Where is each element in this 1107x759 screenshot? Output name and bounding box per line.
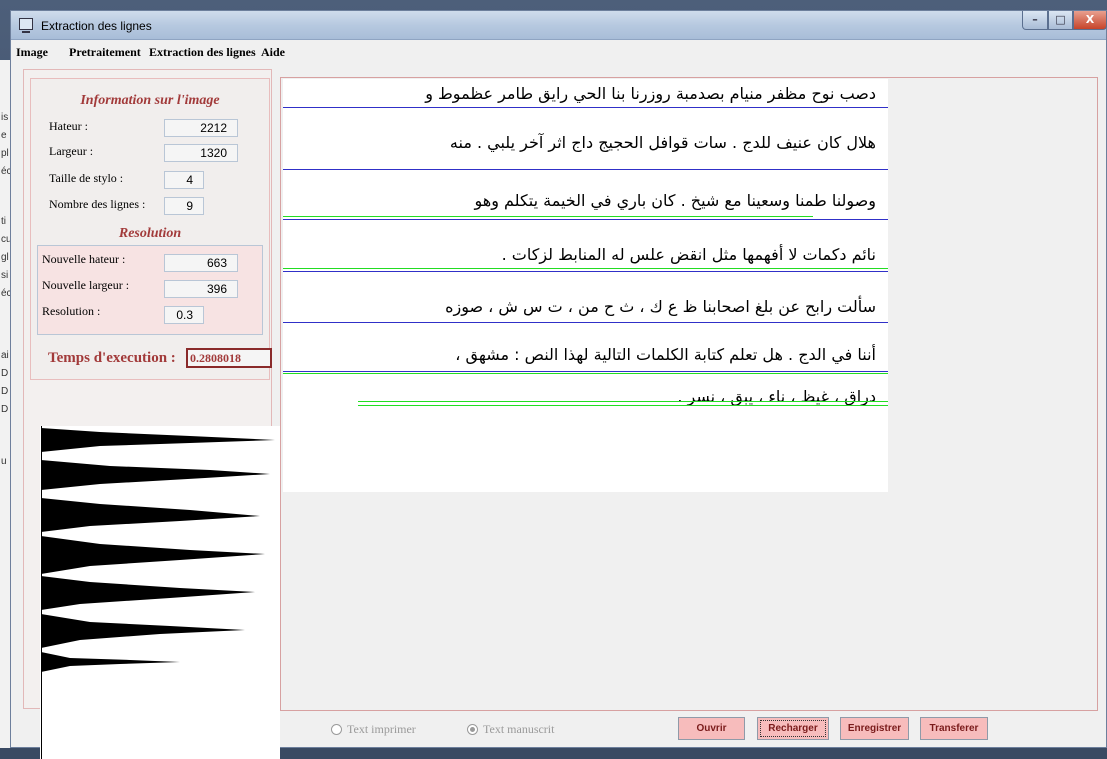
new-height-value: 663	[164, 254, 238, 272]
line-separator-blue	[283, 322, 888, 323]
pen-size-label: Taille de stylo :	[49, 171, 124, 185]
menu-image[interactable]: Image	[16, 45, 48, 60]
minimize-button[interactable]: –	[1022, 11, 1048, 30]
menu-pretraitement[interactable]: Pretraitement	[69, 45, 141, 60]
histogram-peak	[41, 576, 255, 610]
main-window: Extraction des lignes – □ X Image Pretra…	[10, 10, 1107, 759]
edge-text: gl	[1, 252, 9, 263]
edge-text: D	[1, 386, 9, 397]
radio-circle[interactable]	[331, 724, 342, 735]
app-window-icon	[19, 18, 33, 33]
text-line-4: نائم دكمات لا أفهمها مثل انقض علس له الم…	[501, 245, 876, 264]
histogram-peak	[41, 428, 275, 452]
handwritten-text-label: Text manuscrit	[483, 722, 555, 736]
line-separator-green	[283, 373, 888, 374]
document-view-frame: دصب نوح مظفر منيام بصدمبة روزرنا بنا الح…	[280, 77, 1098, 711]
resolution-value: 0.3	[164, 306, 204, 324]
resolution-box: Nouvelle hateur : 663 Nouvelle largeur :…	[37, 245, 263, 335]
edge-text: ti	[1, 216, 6, 227]
new-width-label: Nouvelle largeur :	[42, 278, 130, 292]
text-line-7: دراق ، غيظ ، ناء ، يبق ، نسر .	[677, 387, 876, 406]
printed-text-label: Text imprimer	[347, 722, 416, 736]
edge-text: D	[1, 404, 9, 415]
radio-circle-selected[interactable]	[467, 724, 478, 735]
window-title: Extraction des lignes	[41, 19, 152, 33]
text-line-3: وصولنا طمنا وسعينا مع شيخ . كان باري في …	[474, 191, 876, 210]
height-label: Hateur :	[49, 119, 88, 133]
reload-button[interactable]: Recharger	[757, 717, 829, 740]
new-height-label: Nouvelle hateur :	[42, 252, 126, 266]
left-panel: Information sur l'image Hateur : 2212 La…	[23, 69, 280, 759]
edge-text: pl	[1, 148, 9, 159]
menu-extraction-des-lignes[interactable]: Extraction des lignes	[149, 45, 256, 60]
histogram-peak	[41, 614, 245, 648]
histogram-peak	[41, 498, 260, 532]
resolution-title: Resolution	[118, 226, 182, 241]
info-title: Information sur l'image	[80, 93, 220, 108]
open-button[interactable]: Ouvrir	[678, 717, 745, 740]
title-bar[interactable]: Extraction des lignes – □ X	[11, 11, 1107, 40]
line-separator-blue	[283, 219, 888, 220]
line-separator-blue	[283, 169, 888, 170]
line-separator-blue	[283, 371, 888, 372]
pen-size-value: 4	[164, 171, 204, 189]
edge-text: ai	[1, 350, 9, 361]
edge-text: e	[1, 130, 7, 141]
line-separator-blue	[283, 107, 888, 108]
handwritten-text-option[interactable]: Text manuscrit	[467, 722, 554, 737]
histogram-peak	[41, 652, 180, 672]
edge-text: si	[1, 270, 9, 281]
close-button[interactable]: X	[1073, 11, 1107, 30]
line-separator-green	[358, 405, 888, 406]
text-line-2: هلال كان عنيف للدج . سات قوافل الحجيج دا…	[449, 133, 876, 152]
execution-time-value: 0.2808018	[186, 348, 272, 368]
line-separator-green	[358, 401, 888, 402]
bottom-bar: Text imprimer Text manuscrit Ouvrir Rech…	[11, 709, 1106, 749]
line-separator-green	[283, 268, 888, 269]
edge-text: is	[1, 112, 9, 123]
resolution-label: Resolution :	[42, 304, 101, 318]
new-width-value: 396	[164, 280, 238, 298]
text-line-1: دصب نوح مظفر منيام بصدمبة روزرنا بنا الح…	[425, 84, 876, 103]
line-count-label: Nombre des lignes :	[49, 197, 146, 211]
width-label: Largeur :	[49, 144, 94, 158]
histogram-peak	[41, 460, 270, 490]
text-line-5: سألت رابح عن بلغ اصحابنا ظ ع ك ، ث ح من …	[445, 297, 876, 316]
execution-time-label: Temps d'execution :	[48, 350, 176, 366]
edge-text: D	[1, 368, 9, 379]
height-value: 2212	[164, 119, 238, 137]
line-separator-blue	[283, 271, 888, 272]
printed-text-option[interactable]: Text imprimer	[331, 722, 416, 737]
save-button[interactable]: Enregistrer	[840, 717, 909, 740]
width-value: 1320	[164, 144, 238, 162]
transfer-button[interactable]: Transferer	[920, 717, 988, 740]
histogram-peak	[41, 536, 265, 574]
menu-bar: Image Pretraitement Extraction des ligne…	[11, 41, 1106, 63]
line-separator-green	[283, 216, 813, 217]
maximize-button[interactable]: □	[1048, 11, 1073, 30]
text-line-6: أننا في الدج . هل تعلم كتابة الكلمات الت…	[455, 345, 876, 364]
edge-text: u	[1, 456, 7, 467]
line-count-value: 9	[164, 197, 204, 215]
image-info-box: Information sur l'image Hateur : 2212 La…	[30, 78, 270, 380]
menu-aide[interactable]: Aide	[261, 45, 285, 60]
document-image: دصب نوح مظفر منيام بصدمبة روزرنا بنا الح…	[283, 79, 888, 492]
